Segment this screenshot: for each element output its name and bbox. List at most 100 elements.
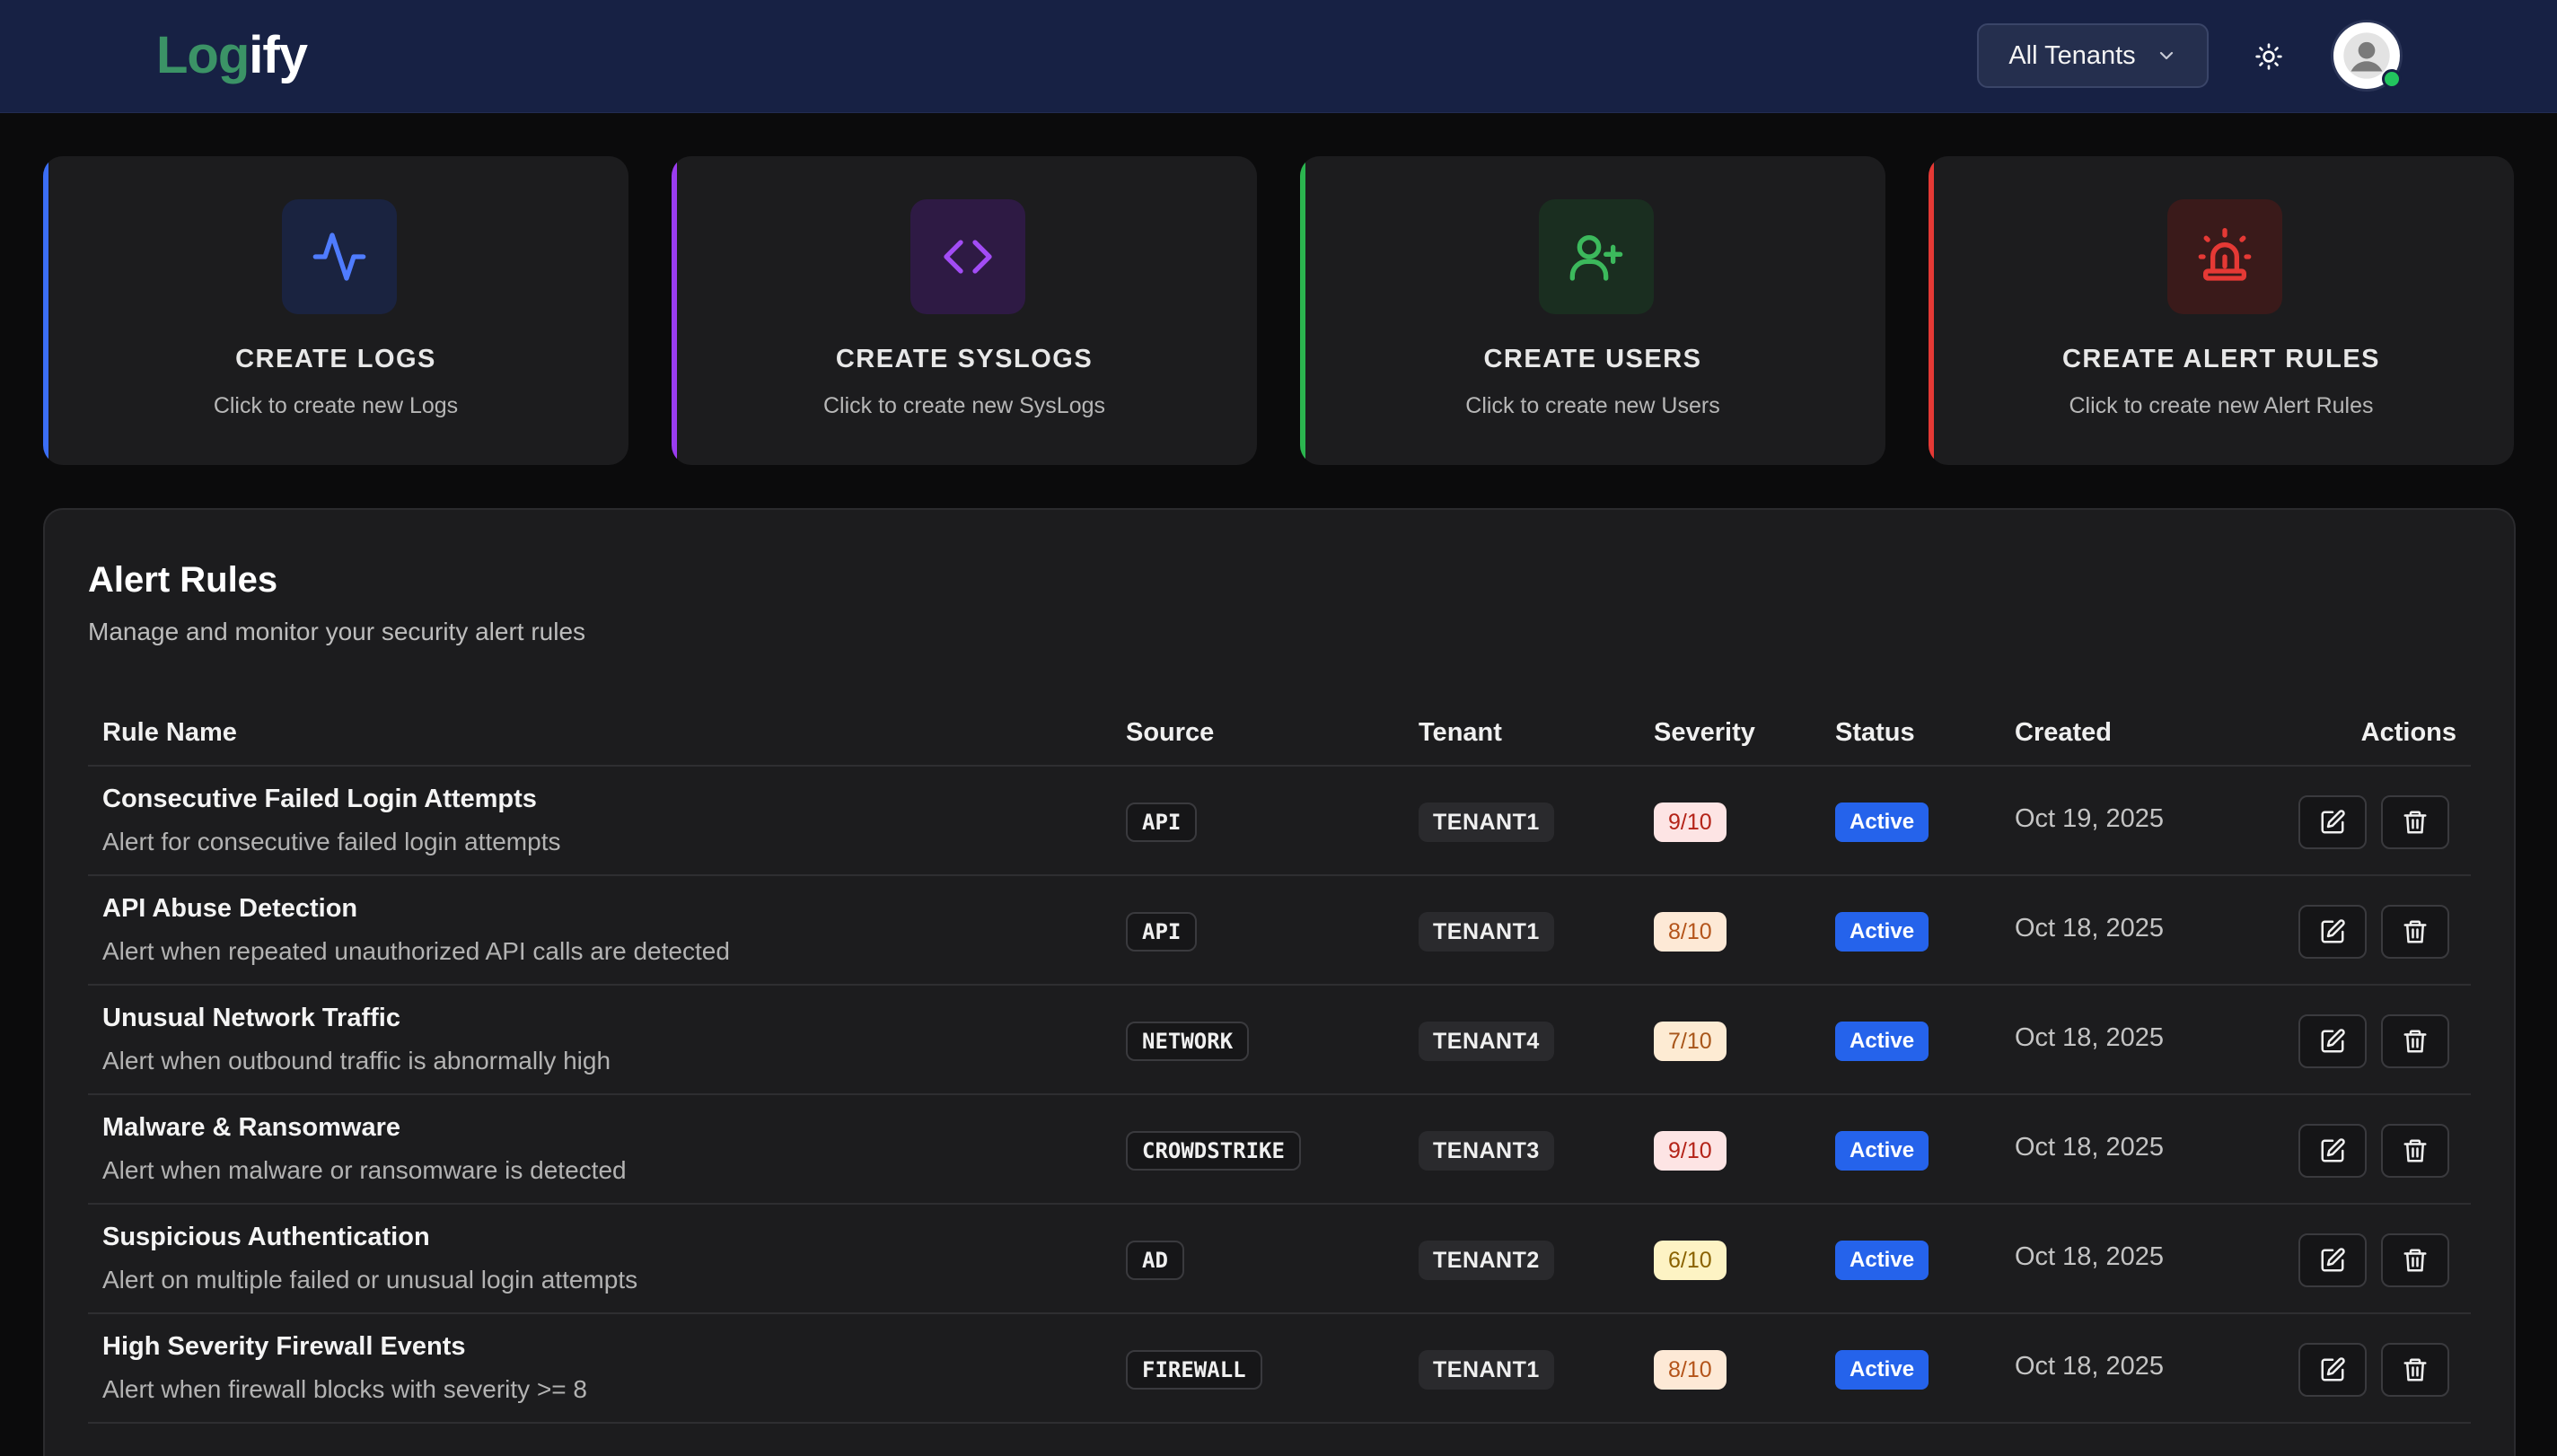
table-row[interactable]: Unusual Network Traffic Alert when outbou… <box>88 986 2471 1095</box>
source-badge: CROWDSTRIKE <box>1126 1131 1301 1171</box>
rule-name[interactable]: Unusual Network Traffic <box>102 1004 400 1033</box>
source-badge: API <box>1126 912 1198 952</box>
column-header-created[interactable]: Created <box>2015 718 2112 748</box>
tenant-badge: TENANT1 <box>1419 803 1554 842</box>
created-date: Oct 18, 2025 <box>2015 914 2165 943</box>
logo-part-1: Log <box>156 26 250 84</box>
edit-icon <box>2321 1248 2345 1272</box>
tenant-badge: TENANT1 <box>1419 912 1554 952</box>
trash-icon <box>2403 1139 2427 1162</box>
table-header: Rule Name Source Tenant Severity Status … <box>88 711 2471 767</box>
card-icon-box <box>1539 199 1654 314</box>
panel-subtitle: Manage and monitor your security alert r… <box>88 618 586 645</box>
created-date: Oct 18, 2025 <box>2015 1242 2165 1271</box>
created-date: Oct 19, 2025 <box>2015 804 2165 833</box>
card-subtitle: Click to create new Users <box>1465 393 1720 418</box>
trash-icon <box>2403 1030 2427 1053</box>
column-header-rule-name[interactable]: Rule Name <box>102 718 237 748</box>
rule-description: Alert on multiple failed or unusual logi… <box>102 1266 638 1294</box>
table-row[interactable]: Consecutive Failed Login Attempts Alert f… <box>88 767 2471 876</box>
column-header-actions: Actions <box>2360 718 2456 747</box>
create-syslogs-card[interactable]: CREATE SYSLOGS Click to create new SysLo… <box>672 156 1257 465</box>
rule-description: Alert when outbound traffic is abnormall… <box>102 1047 611 1074</box>
delete-button[interactable] <box>2381 905 2449 959</box>
card-icon-box <box>910 199 1025 314</box>
rule-name[interactable]: Consecutive Failed Login Attempts <box>102 785 537 814</box>
card-title: CREATE ALERT RULES <box>2061 345 2381 373</box>
status-badge: Active <box>1835 1350 1929 1390</box>
theme-toggle-button[interactable] <box>2248 36 2289 77</box>
trash-icon <box>2403 1249 2427 1272</box>
card-title: CREATE LOGS <box>235 345 436 373</box>
rule-name[interactable]: API Abuse Detection <box>102 894 357 924</box>
table-row[interactable]: Suspicious Authentication Alert on multip… <box>88 1205 2471 1314</box>
table-row[interactable]: High Severity Firewall Events Alert when … <box>88 1314 2471 1424</box>
sun-icon <box>2255 43 2282 70</box>
tenant-select-label: All Tenants <box>2008 40 2136 70</box>
activity-icon <box>312 232 366 281</box>
source-badge: NETWORK <box>1126 1022 1250 1061</box>
trash-icon <box>2403 1358 2427 1381</box>
card-title: CREATE SYSLOGS <box>835 345 1094 373</box>
column-header-status[interactable]: Status <box>1835 718 1915 748</box>
edit-icon <box>2321 1357 2345 1381</box>
column-header-source[interactable]: Source <box>1126 718 1214 748</box>
source-badge: FIREWALL <box>1126 1350 1262 1390</box>
panel-title: Alert Rules <box>88 560 278 600</box>
edit-icon <box>2321 919 2345 943</box>
severity-badge: 8/10 <box>1654 1350 1727 1390</box>
status-badge: Active <box>1835 1022 1929 1061</box>
delete-button[interactable] <box>2381 1124 2449 1178</box>
logify-logo[interactable]: Logify <box>156 25 308 85</box>
online-status-dot <box>2382 69 2402 89</box>
delete-button[interactable] <box>2381 795 2449 849</box>
tenant-badge: TENANT1 <box>1419 1350 1554 1390</box>
severity-badge: 8/10 <box>1654 912 1727 952</box>
create-alert-rules-card[interactable]: CREATE ALERT RULES Click to create new A… <box>1929 156 2514 465</box>
delete-button[interactable] <box>2381 1343 2449 1397</box>
edit-icon <box>2321 1029 2345 1053</box>
edit-button[interactable] <box>2298 795 2367 849</box>
create-logs-card[interactable]: CREATE LOGS Click to create new Logs <box>43 156 628 465</box>
delete-button[interactable] <box>2381 1233 2449 1287</box>
source-badge: AD <box>1126 1241 1184 1280</box>
chevron-down-icon <box>2159 51 2173 60</box>
user-avatar[interactable] <box>2331 20 2403 92</box>
delete-button[interactable] <box>2381 1014 2449 1068</box>
severity-badge: 9/10 <box>1654 803 1727 842</box>
tenant-select[interactable]: All Tenants <box>1977 23 2209 88</box>
card-subtitle: Click to create new Alert Rules <box>2069 393 2374 418</box>
rule-description: Alert for consecutive failed login attem… <box>102 828 561 855</box>
tenant-badge: TENANT2 <box>1419 1241 1554 1280</box>
create-users-card[interactable]: CREATE USERS Click to create new Users <box>1300 156 1885 465</box>
rule-name[interactable]: Malware & Ransomware <box>102 1113 400 1143</box>
edit-button[interactable] <box>2298 1124 2367 1178</box>
status-badge: Active <box>1835 1241 1929 1280</box>
rule-description: Alert when repeated unauthorized API cal… <box>102 937 730 965</box>
card-icon-box <box>282 199 397 314</box>
created-date: Oct 18, 2025 <box>2015 1133 2165 1162</box>
column-header-tenant[interactable]: Tenant <box>1419 718 1502 748</box>
tenant-badge: TENANT3 <box>1419 1131 1554 1171</box>
card-subtitle: Click to create new Logs <box>213 393 459 418</box>
table-row[interactable]: Malware & Ransomware Alert when malware o… <box>88 1095 2471 1205</box>
edit-icon <box>2321 1138 2345 1162</box>
rule-name[interactable]: High Severity Firewall Events <box>102 1332 466 1362</box>
status-badge: Active <box>1835 803 1929 842</box>
siren-icon <box>2198 228 2252 281</box>
edit-button[interactable] <box>2298 905 2367 959</box>
rule-name[interactable]: Suspicious Authentication <box>102 1223 430 1252</box>
rule-description: Alert when malware or ransomware is dete… <box>102 1156 627 1184</box>
status-badge: Active <box>1835 1131 1929 1171</box>
card-icon-box <box>2167 199 2282 314</box>
severity-badge: 7/10 <box>1654 1022 1727 1061</box>
card-subtitle: Click to create new SysLogs <box>822 393 1106 418</box>
edit-button[interactable] <box>2298 1014 2367 1068</box>
created-date: Oct 18, 2025 <box>2015 1352 2165 1381</box>
user-plus-icon <box>1569 235 1623 281</box>
column-header-severity[interactable]: Severity <box>1654 718 1755 748</box>
edit-button[interactable] <box>2298 1233 2367 1287</box>
card-title: CREATE USERS <box>1483 345 1702 373</box>
edit-button[interactable] <box>2298 1343 2367 1397</box>
table-row[interactable]: API Abuse Detection Alert when repeated u… <box>88 876 2471 986</box>
